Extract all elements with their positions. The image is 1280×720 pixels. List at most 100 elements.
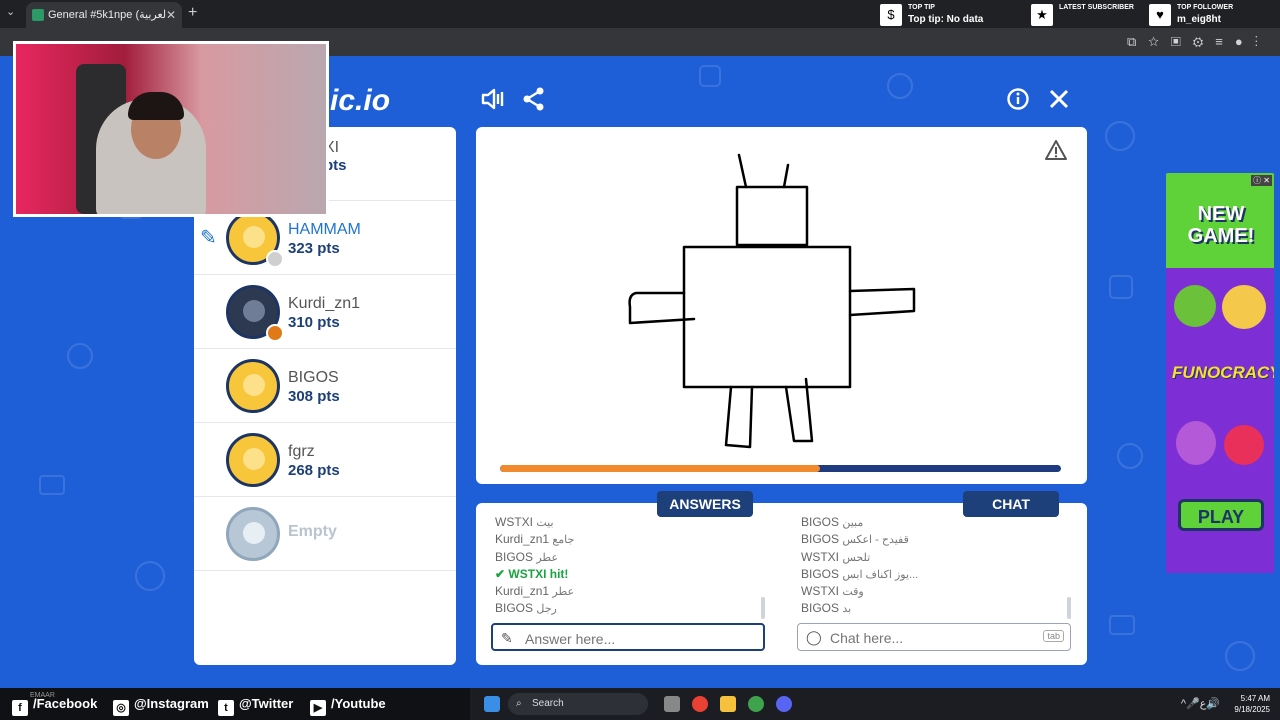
new-tab-button[interactable]: + <box>188 4 197 22</box>
share-icon[interactable] <box>522 86 546 119</box>
top-tip-label: TOP TIP <box>908 4 935 11</box>
toolbar-icons[interactable]: ⧉☆▣⚙≡●⋮ <box>1127 34 1270 50</box>
stream-social-bar: f/Facebook ◎ @Instagram t @Twitter ▶/Youtu… <box>0 688 470 720</box>
youtube-icon: ▶ <box>310 700 326 716</box>
drawing-canvas[interactable] <box>476 127 1087 484</box>
twitter-icon: t <box>218 700 234 716</box>
chat-input-box[interactable]: ◯ tab <box>797 623 1071 651</box>
sound-icon[interactable] <box>480 86 506 119</box>
answers-chat-panel: ANSWERS CHAT WSTXI بيت Kurdi_zn1 جامع BI… <box>476 491 1087 665</box>
answer-input[interactable] <box>523 628 727 650</box>
search-icon: ⌕ <box>516 698 522 709</box>
site-favicon-icon <box>32 9 44 21</box>
browser-tab-bar: ⌄ General #5k1npe (العربية) - Gar ✕ + $ … <box>0 0 1280 28</box>
player-name: Empty <box>288 523 337 540</box>
player-name: HAMMAM <box>288 221 361 238</box>
youtube-handle: ▶/Youtube <box>310 696 386 716</box>
pencil-icon: ✎ <box>200 227 217 249</box>
status-dot <box>266 250 284 268</box>
overlay-top-follower: ♥ TOP FOLLOWER m_eig8ht <box>1149 2 1269 28</box>
list-item: BIGOS عطر <box>495 549 559 564</box>
tab-close-icon[interactable]: ✕ <box>166 2 176 28</box>
list-item: WSTXI تلحس <box>801 549 871 564</box>
tab-key-hint: tab <box>1043 630 1064 642</box>
taskbar-clock[interactable]: 5:47 AM 9/18/2025 <box>1234 693 1270 715</box>
chat-scrollbar[interactable] <box>1067 597 1071 619</box>
list-item: WSTXI وقت <box>801 584 864 599</box>
player-row[interactable]: BIGOS 308 pts <box>194 349 456 423</box>
character-icon <box>1176 421 1216 465</box>
tab-search-button[interactable]: ⌄ <box>6 5 15 18</box>
check-icon: ✔ <box>495 566 506 581</box>
overlay-latest-subscriber: ★ LATEST SUBSCRIBER <box>1031 2 1141 28</box>
list-item-hit: ✔ WSTXI hit! <box>495 566 569 581</box>
facebook-icon: f <box>12 700 28 716</box>
player-name: fgrz <box>288 443 315 460</box>
system-tray[interactable]: ^🎤ع🔊 <box>1181 697 1220 710</box>
answers-list: WSTXI بيت Kurdi_zn1 جامع BIGOS عطر ✔ WST… <box>495 515 765 619</box>
avatar <box>226 433 280 487</box>
chat-input[interactable] <box>828 627 1032 649</box>
player-points: 308 pts <box>288 388 340 405</box>
browser-tab-active[interactable]: General #5k1npe (العربية) - Gar ✕ <box>26 2 182 28</box>
chat-list: BIGOS مبين BIGOS قفيدح - اعكس WSTXI تلحس… <box>801 515 1071 619</box>
latest-subscriber-label: LATEST SUBSCRIBER <box>1059 4 1134 11</box>
list-item: BIGOS بد <box>801 601 852 616</box>
player-points: 310 pts <box>288 314 340 331</box>
list-item: BIGOS قفيدح - اعكس <box>801 532 909 547</box>
overlay-top-tip: $ TOP TIP Top tip: No data <box>880 2 1020 28</box>
info-icon[interactable] <box>1007 88 1029 117</box>
character-icon <box>1222 285 1266 329</box>
ad-choices-icon[interactable]: ⓘ ✕ <box>1251 175 1272 186</box>
answers-scrollbar[interactable] <box>761 597 765 619</box>
ad-headline: NEW GAME! <box>1187 203 1255 247</box>
list-item: WSTXI بيت <box>495 515 554 529</box>
top-tip-value: Top tip: No data <box>908 14 984 25</box>
round-timer-bar <box>500 465 1061 472</box>
list-item: BIGOS يوز اكناف ابس... <box>801 566 919 581</box>
corner-watermark: EMAAR <box>30 692 55 699</box>
thumbs-up-icon <box>1174 285 1216 327</box>
chat-bubble-icon: ◯ <box>806 629 822 645</box>
player-row[interactable]: fgrz 268 pts <box>194 423 456 497</box>
top-follower-value: m_eig8ht <box>1177 14 1221 25</box>
empty-avatar-icon <box>226 507 280 561</box>
instagram-icon: ◎ <box>113 700 129 716</box>
list-item: Kurdi_zn1 عطر <box>495 584 575 599</box>
taskbar-search[interactable]: ⌕ Search <box>508 693 648 715</box>
facebook-handle: f/Facebook <box>12 696 97 716</box>
game-logo: ic.io <box>330 84 391 117</box>
star-icon: ★ <box>1031 4 1053 26</box>
player-row[interactable]: Kurdi_zn1 310 pts <box>194 275 456 349</box>
list-item: BIGOS رجل <box>495 601 557 616</box>
advertisement-banner[interactable]: ⓘ ✕ NEW GAME! FUNOCRACY PLAY <box>1166 173 1274 573</box>
file-explorer-icon[interactable] <box>720 696 736 712</box>
discord-icon[interactable] <box>776 696 792 712</box>
heart-icon: ♥ <box>1149 4 1171 26</box>
twitter-handle: t @Twitter <box>218 696 293 716</box>
pencil-icon: ✎ <box>501 630 513 646</box>
windows-taskbar: ⌕ Search ^🎤ع🔊 5:47 AM 9/18/2025 <box>470 688 1280 720</box>
tab-title: General #5k1npe (العربية) - Gar <box>48 9 166 21</box>
ad-brand: FUNOCRACY <box>1172 363 1274 382</box>
robot-drawing <box>628 153 916 449</box>
player-name: BIGOS <box>288 369 339 386</box>
close-icon[interactable] <box>1048 88 1070 117</box>
tab-answers[interactable]: ANSWERS <box>657 491 753 517</box>
chrome-icon[interactable] <box>692 696 708 712</box>
money-bag-icon: $ <box>880 4 902 26</box>
task-view-icon[interactable] <box>664 696 680 712</box>
player-name: Kurdi_zn1 <box>288 295 361 312</box>
answer-input-box[interactable]: ✎ <box>491 623 765 651</box>
top-follower-label: TOP FOLLOWER <box>1177 4 1234 11</box>
webcam-overlay <box>13 41 329 217</box>
list-item: Kurdi_zn1 جامع <box>495 532 575 547</box>
status-dot <box>266 324 284 342</box>
instagram-handle: ◎ @Instagram <box>113 696 209 716</box>
ad-play-button[interactable]: PLAY <box>1178 499 1264 531</box>
character-icon <box>1224 425 1264 465</box>
app-icon[interactable] <box>748 696 764 712</box>
player-row-empty: Empty <box>194 497 456 571</box>
windows-start-icon[interactable] <box>484 696 500 712</box>
tab-chat[interactable]: CHAT <box>963 491 1059 517</box>
